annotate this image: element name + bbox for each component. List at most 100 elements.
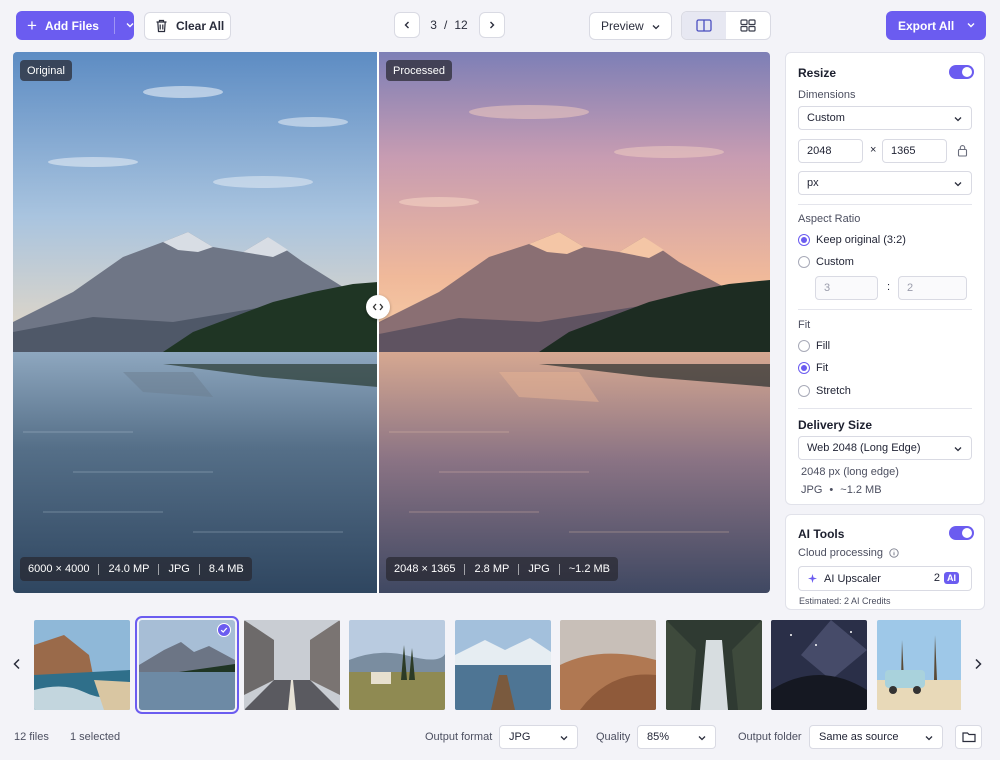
- split-view-button[interactable]: [682, 12, 726, 39]
- top-toolbar: + Add Files Clear All 3 / 12 Preview Exp…: [0, 0, 1000, 52]
- chevron-right-icon: [490, 21, 495, 29]
- pager-separator: /: [443, 18, 448, 32]
- add-files-button[interactable]: + Add Files: [16, 11, 134, 40]
- ai-upscaler-count: 2: [933, 572, 940, 584]
- add-files-label: Add Files: [44, 18, 99, 33]
- clear-all-button[interactable]: Clear All: [144, 12, 231, 40]
- radio-selected[interactable]: [798, 362, 810, 374]
- output-folder-select[interactable]: Same as source: [809, 725, 943, 749]
- browse-folder-button[interactable]: [955, 725, 982, 749]
- chevron-down-icon: [954, 117, 962, 122]
- split-handle[interactable]: [366, 295, 390, 319]
- chevron-down-icon: [698, 736, 706, 741]
- thumbnail-beach-van[interactable]: [877, 620, 973, 710]
- delivery-bullet: •: [829, 484, 834, 496]
- aspect-custom-label: Custom: [816, 256, 854, 268]
- aspect-ratio-label: Aspect Ratio: [798, 213, 861, 225]
- aspect-custom-option[interactable]: Custom: [798, 256, 854, 268]
- thumbnail-waterfall[interactable]: [666, 620, 762, 710]
- fit-stretch-option[interactable]: Stretch: [798, 385, 851, 397]
- cloud-processing-note: Cloud processing: [798, 547, 899, 559]
- processed-image: Processed 2048 × 1365 2.8 MP JPG ~1.2 MB: [379, 52, 770, 593]
- unit-select[interactable]: px: [798, 171, 972, 195]
- delivery-filesize: ~1.2 MB: [840, 484, 882, 496]
- thumbnail-desert-dunes[interactable]: [560, 620, 656, 710]
- sparkle-icon: [808, 574, 817, 583]
- ratio-width-input[interactable]: 3: [815, 276, 878, 300]
- height-input[interactable]: 1365: [882, 139, 947, 163]
- delivery-size-select[interactable]: Web 2048 (Long Edge): [798, 436, 972, 460]
- output-format-value: JPG: [509, 731, 531, 743]
- radio-unselected[interactable]: [798, 256, 810, 268]
- next-image-button[interactable]: [479, 12, 505, 38]
- resize-panel: Resize Dimensions Custom 2048 × 1365 px …: [785, 52, 985, 505]
- thumbnail-countryside-house[interactable]: [349, 620, 445, 710]
- delivery-size-summary: JPG • ~1.2 MB: [801, 484, 882, 496]
- thumbnail-mountain-lake[interactable]: [135, 616, 239, 714]
- plus-icon: +: [27, 16, 37, 35]
- processed-dimensions: 2048 × 1365: [394, 563, 456, 575]
- quality-value: 85%: [647, 731, 670, 743]
- original-dimensions: 6000 × 4000: [28, 563, 90, 575]
- chevron-right-icon: [975, 658, 982, 670]
- thumbnail-pier-lake[interactable]: [455, 620, 551, 710]
- fit-stretch-label: Stretch: [816, 385, 851, 397]
- width-input[interactable]: 2048: [798, 139, 863, 163]
- fit-label: Fit: [798, 319, 811, 331]
- trash-icon: [156, 19, 167, 33]
- filmstrip-next-button[interactable]: [971, 656, 985, 672]
- radio-selected[interactable]: [798, 234, 810, 246]
- pager-total: 12: [454, 18, 468, 32]
- info-icon[interactable]: [889, 548, 899, 558]
- thumbnail-city-street[interactable]: [244, 620, 340, 710]
- ai-tools-toggle[interactable]: [949, 526, 974, 540]
- original-filesize: 8.4 MB: [208, 563, 244, 575]
- ratio-height-input[interactable]: 2: [898, 276, 967, 300]
- filmstrip-previous-button[interactable]: [10, 656, 24, 672]
- radio-unselected[interactable]: [798, 385, 810, 397]
- dimensions-select[interactable]: Custom: [798, 106, 972, 130]
- pager-current: 3: [430, 18, 437, 32]
- folder-icon: [961, 732, 976, 743]
- image-pager: 3 / 12: [420, 12, 478, 38]
- delivery-size-detail: 2048 px (long edge): [801, 466, 899, 478]
- output-format-select[interactable]: JPG: [499, 725, 578, 749]
- compare-viewer[interactable]: Original 6000 × 4000 24.0 MP JPG 8.4 MB: [13, 52, 770, 593]
- processed-tag: Processed: [386, 60, 452, 81]
- thumbnail-night-sky[interactable]: [771, 620, 867, 710]
- processed-megapixels: 2.8 MP: [474, 563, 510, 575]
- fit-fill-option[interactable]: Fill: [798, 340, 830, 352]
- selected-count: 1 selected: [70, 731, 121, 743]
- previous-image-button[interactable]: [394, 12, 420, 38]
- chevron-left-icon: [13, 658, 20, 670]
- ai-upscaler-item[interactable]: AI Upscaler 2 AI: [798, 566, 972, 591]
- unit-value: px: [807, 177, 819, 189]
- selected-check: [217, 623, 231, 637]
- check-icon: [220, 627, 228, 633]
- export-all-button[interactable]: Export All: [886, 11, 986, 40]
- aspect-keep-original-option[interactable]: Keep original (3:2): [798, 234, 906, 246]
- clear-all-label: Clear All: [176, 19, 225, 33]
- preview-mode-select[interactable]: Preview: [589, 12, 672, 40]
- radio-unselected[interactable]: [798, 340, 810, 352]
- view-mode-toggle: [681, 11, 771, 40]
- fit-fill-label: Fill: [816, 340, 831, 352]
- split-divider[interactable]: [377, 52, 379, 593]
- grid-view-button[interactable]: [726, 12, 770, 39]
- resize-toggle[interactable]: [949, 65, 974, 79]
- output-folder-value: Same as source: [819, 731, 899, 743]
- thumbnail-coastal-cliffs[interactable]: [34, 620, 130, 710]
- ai-tools-title: AI Tools: [798, 527, 845, 541]
- chevron-down-icon[interactable]: [125, 20, 135, 30]
- ai-tools-panel: AI Tools Cloud processing AI Upscaler 2 …: [785, 514, 985, 610]
- delivery-size-value: Web 2048 (Long Edge): [807, 442, 921, 454]
- lock-icon[interactable]: [957, 144, 968, 157]
- original-megapixels: 24.0 MP: [108, 563, 150, 575]
- fit-fit-option[interactable]: Fit: [798, 362, 828, 374]
- dimension-times: ×: [870, 144, 877, 156]
- quality-select[interactable]: 85%: [637, 725, 716, 749]
- original-format: JPG: [168, 563, 190, 575]
- delivery-size-title: Delivery Size: [798, 418, 873, 432]
- processed-filesize: ~1.2 MB: [568, 563, 611, 575]
- chevron-down-icon[interactable]: [966, 20, 976, 30]
